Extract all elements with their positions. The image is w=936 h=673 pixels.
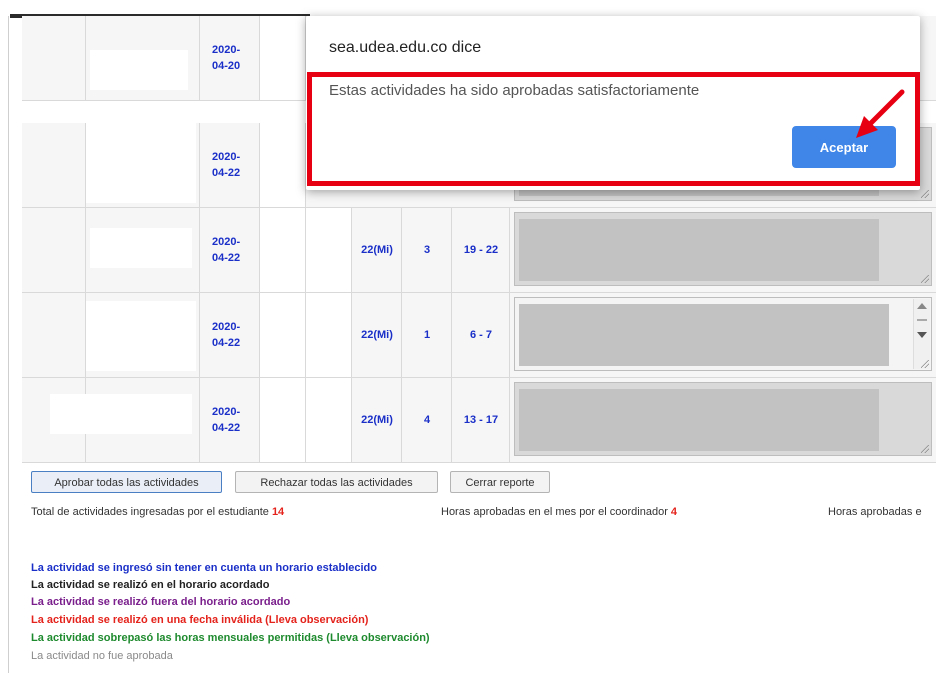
legend-item: La actividad se ingresó sin tener en cue… xyxy=(31,562,377,574)
legend-item: La actividad se realizó en una fecha inv… xyxy=(31,614,369,626)
scroll-up-icon[interactable] xyxy=(917,303,927,309)
dialog-message: Estas actividades ha sido aprobadas sati… xyxy=(329,82,700,99)
close-report-button[interactable]: Cerrar reporte xyxy=(450,471,550,493)
activity-hours: 3 xyxy=(423,244,431,256)
redacted-area xyxy=(50,394,192,434)
activity-date: 2020- 04-22 xyxy=(212,236,241,264)
total-activities-stat: Total de actividades ingresadas por el e… xyxy=(31,506,285,518)
total-activities-count: 14 xyxy=(271,506,285,518)
legend-item: La actividad se realizó en el horario ac… xyxy=(31,579,270,591)
activity-range: 13 - 17 xyxy=(463,414,499,426)
activity-date: 2020- 04-20 xyxy=(212,44,241,72)
approved-hours-stat: Horas aprobadas en el mes por el coordin… xyxy=(441,506,678,518)
legend-item: La actividad sobrepasó las horas mensual… xyxy=(31,632,430,644)
activity-hours: 4 xyxy=(423,414,431,426)
legend-item: La actividad se realizó fuera del horari… xyxy=(31,596,291,608)
redacted-area xyxy=(90,50,188,90)
redacted-area xyxy=(90,228,192,268)
accept-button[interactable]: Aceptar xyxy=(792,126,896,168)
activity-day: 22(Mi) xyxy=(361,329,393,341)
table-row: 2020- 04-22 22(Mi) 3 19 - 22 xyxy=(22,208,936,293)
observation-textarea[interactable] xyxy=(514,212,932,286)
redacted-area xyxy=(86,301,196,371)
approve-all-button[interactable]: Aprobar todas las actividades xyxy=(31,471,222,493)
approved-hours-count: 4 xyxy=(670,506,678,518)
reject-all-button[interactable]: Rechazar todas las actividades xyxy=(235,471,438,493)
activity-range: 19 - 22 xyxy=(463,244,499,256)
table-row: 2020- 04-22 22(Mi) 4 13 - 17 xyxy=(22,378,936,463)
redacted-area xyxy=(86,123,196,203)
textarea-scrollbar[interactable] xyxy=(913,299,930,369)
alert-dialog: sea.udea.edu.co dice Estas actividades h… xyxy=(306,16,920,190)
observation-textarea[interactable] xyxy=(514,297,932,371)
activity-day: 22(Mi) xyxy=(361,414,393,426)
activity-day: 22(Mi) xyxy=(361,244,393,256)
left-border xyxy=(8,16,9,673)
table-row: 2020- 04-22 22(Mi) 1 6 - 7 xyxy=(22,293,936,378)
activity-date: 2020- 04-22 xyxy=(212,321,241,349)
scroll-down-icon[interactable] xyxy=(917,332,927,338)
activity-date: 2020- 04-22 xyxy=(212,151,241,179)
activity-hours: 1 xyxy=(423,329,431,341)
dialog-title: sea.udea.edu.co dice xyxy=(329,39,482,56)
activity-date: 2020- 04-22 xyxy=(212,406,241,434)
legend-item: La actividad no fue aprobada xyxy=(31,650,173,662)
activity-range: 6 - 7 xyxy=(469,329,492,341)
approved-hours-cut-stat: Horas aprobadas e xyxy=(828,506,922,518)
observation-textarea[interactable] xyxy=(514,382,932,456)
